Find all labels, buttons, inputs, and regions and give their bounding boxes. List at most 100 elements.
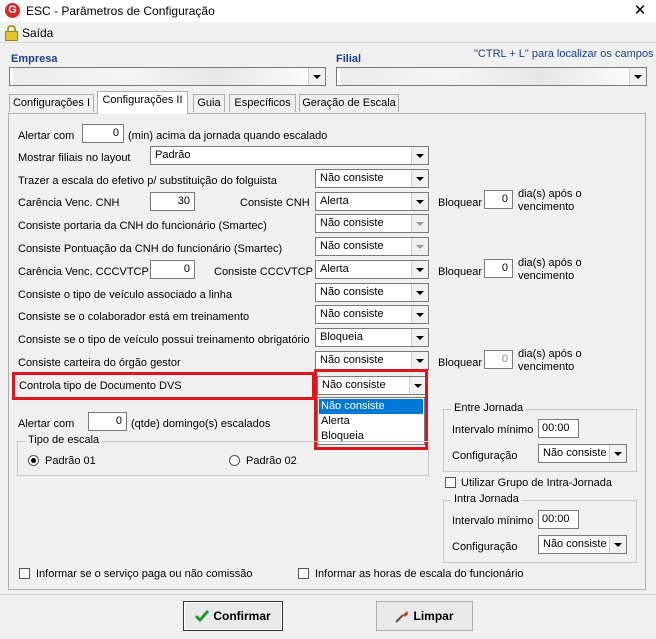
padrao-01-label: Padrão 01 bbox=[45, 455, 96, 467]
intra-jornada-legend: Intra Jornada bbox=[451, 493, 522, 505]
chevron-down-icon[interactable] bbox=[411, 284, 428, 301]
trazer-escala-select[interactable]: Não consiste bbox=[315, 169, 429, 188]
alertar-domingos-label: Alertar com bbox=[18, 418, 75, 430]
tab-geracao-escala[interactable]: Geração de Escala bbox=[299, 94, 399, 112]
alertar-com-label: Alertar com bbox=[18, 130, 75, 142]
bloquear-label-3: Bloquear bbox=[438, 357, 483, 369]
carencia-cccvtcp-label: Carência Venc. CCCVTCP bbox=[18, 266, 149, 278]
highlight-box-dvs-dropdown bbox=[314, 369, 428, 450]
chevron-down-icon[interactable] bbox=[411, 170, 428, 187]
trazer-escala-value: Não consiste bbox=[320, 172, 384, 184]
intra-config-select[interactable]: Não consiste bbox=[538, 535, 627, 554]
veiculo-treinamento-value: Bloqueia bbox=[320, 331, 363, 343]
chevron-down-icon[interactable] bbox=[609, 445, 626, 462]
informar-servico-checkbox[interactable] bbox=[19, 568, 30, 579]
colaborador-treinamento-label: Consiste se o colaborador está em treina… bbox=[18, 311, 250, 323]
tab-guia[interactable]: Guia bbox=[193, 94, 225, 112]
chevron-down-icon[interactable] bbox=[411, 352, 428, 369]
chevron-down-icon[interactable] bbox=[411, 329, 428, 346]
utilizar-grupo-checkbox[interactable] bbox=[445, 477, 456, 488]
veiculo-treinamento-select[interactable]: Bloqueia bbox=[315, 328, 429, 347]
chevron-down-icon[interactable] bbox=[411, 306, 428, 323]
entre-config-label: Configuração bbox=[452, 450, 518, 462]
mostrar-filiais-label: Mostrar filiais no layout bbox=[18, 152, 131, 164]
alertar-domingos-suffix: (qtde) domingo(s) escalados bbox=[131, 418, 271, 430]
bloquear-label-2: Bloquear bbox=[438, 266, 483, 278]
bloquear-input-3[interactable]: 0 bbox=[484, 350, 513, 369]
tipo-veiculo-select[interactable]: Não consiste bbox=[315, 283, 429, 302]
carteira-orgao-select[interactable]: Não consiste bbox=[315, 351, 429, 370]
dias-apos-label-2: dia(s) após o bbox=[518, 257, 582, 269]
radio-padrao-02[interactable] bbox=[229, 455, 240, 466]
limpar-label: Limpar bbox=[413, 609, 454, 623]
chevron-down-icon[interactable] bbox=[609, 536, 626, 553]
informar-horas-label: Informar as horas de escala do funcionár… bbox=[315, 568, 524, 580]
chevron-down-icon[interactable] bbox=[411, 193, 428, 210]
empresa-label: Empresa bbox=[11, 53, 58, 65]
entre-jornada-legend: Entre Jornada bbox=[451, 402, 527, 414]
carencia-cnh-input[interactable]: 30 bbox=[150, 192, 195, 211]
informar-horas-checkbox[interactable] bbox=[298, 568, 309, 579]
confirmar-label: Confirmar bbox=[213, 609, 271, 623]
tipo-veiculo-label: Consiste o tipo de veículo associado a l… bbox=[18, 289, 233, 301]
carteira-orgao-value: Não consiste bbox=[320, 354, 384, 366]
chevron-down-icon[interactable] bbox=[411, 215, 428, 232]
close-icon[interactable]: ✕ bbox=[628, 1, 652, 21]
consiste-cccvtcp-select[interactable]: Alerta bbox=[315, 260, 429, 279]
mostrar-filiais-select[interactable]: Padrão bbox=[150, 146, 429, 165]
tab-configuracoes-1[interactable]: Configurações I bbox=[9, 94, 94, 112]
consiste-cnh-label: Consiste CNH bbox=[240, 197, 310, 209]
filial-select[interactable] bbox=[336, 67, 647, 86]
chevron-down-icon[interactable] bbox=[308, 68, 325, 85]
alertar-com-input[interactable]: 0 bbox=[82, 124, 124, 143]
tab-configuracoes-2[interactable]: Configurações II bbox=[97, 91, 188, 114]
utilizar-grupo-label: Utilizar Grupo de Intra-Jornada bbox=[461, 477, 613, 489]
carteira-orgao-label: Consiste carteira do órgão gestor bbox=[18, 357, 181, 369]
limpar-button[interactable]: Limpar bbox=[376, 601, 473, 631]
trazer-escala-label: Trazer a escala do efetivo p/ substituiç… bbox=[18, 175, 277, 187]
portaria-cnh-select[interactable]: Não consiste bbox=[315, 214, 429, 233]
consiste-cccvtcp-label: Consiste CCCVTCP bbox=[214, 266, 314, 278]
intra-intervalo-input[interactable]: 00:00 bbox=[538, 510, 579, 529]
pontuacao-cnh-select[interactable]: Não consiste bbox=[315, 237, 429, 256]
entre-intervalo-input[interactable]: 00:00 bbox=[538, 419, 579, 438]
chevron-down-icon[interactable] bbox=[411, 261, 428, 278]
padrao-02-label: Padrão 02 bbox=[246, 455, 297, 467]
bloquear-input-2[interactable]: 0 bbox=[484, 259, 513, 278]
window-title: ESC - Parâmetros de Configuração bbox=[26, 4, 215, 18]
confirmar-button[interactable]: Confirmar bbox=[183, 601, 283, 631]
bloquear-input-1[interactable]: 0 bbox=[484, 190, 513, 209]
informar-servico-label: Informar se o serviço paga ou não comiss… bbox=[36, 568, 253, 580]
app-logo-icon: G bbox=[5, 3, 20, 18]
portaria-cnh-value: Não consiste bbox=[320, 217, 384, 229]
portaria-cnh-label: Consiste portaria da CNH do funcionário … bbox=[18, 220, 267, 232]
colaborador-treinamento-select[interactable]: Não consiste bbox=[315, 305, 429, 324]
mostrar-filiais-value: Padrão bbox=[155, 149, 191, 161]
entre-config-select[interactable]: Não consiste bbox=[538, 444, 627, 463]
tab-especificos[interactable]: Específicos bbox=[229, 94, 296, 112]
entre-config-value: Não consiste bbox=[543, 447, 607, 459]
filial-label: Filial bbox=[336, 53, 362, 65]
chevron-down-icon[interactable] bbox=[629, 68, 646, 85]
pontuacao-cnh-label: Consiste Pontuação da CNH do funcionário… bbox=[18, 243, 283, 255]
veiculo-treinamento-label: Consiste se o tipo de veículo possui tre… bbox=[18, 334, 310, 346]
carencia-cccvtcp-input[interactable]: 0 bbox=[150, 260, 195, 279]
empresa-select[interactable] bbox=[9, 67, 326, 86]
colaborador-treinamento-value: Não consiste bbox=[320, 308, 384, 320]
chevron-down-icon[interactable] bbox=[411, 238, 428, 255]
check-icon bbox=[195, 610, 210, 623]
lock-icon bbox=[4, 25, 18, 41]
menu-item-saida[interactable]: Saída bbox=[22, 26, 53, 40]
consiste-cnh-select[interactable]: Alerta bbox=[315, 192, 429, 211]
consiste-cccvtcp-value: Alerta bbox=[320, 263, 349, 275]
entre-intervalo-label: Intervalo mínimo bbox=[452, 424, 534, 436]
radio-padrao-01[interactable] bbox=[28, 455, 39, 466]
alertar-domingos-input[interactable]: 0 bbox=[88, 412, 127, 431]
dias-apos-label-3: dia(s) após o bbox=[518, 348, 582, 360]
vencimento-label-1: vencimento bbox=[518, 201, 575, 213]
tipo-escala-legend: Tipo de escala bbox=[25, 434, 103, 446]
vencimento-label-3: vencimento bbox=[518, 361, 575, 373]
intra-intervalo-label: Intervalo mínimo bbox=[452, 515, 534, 527]
search-hint: "CTRL + L" para localizar os campos bbox=[474, 48, 654, 60]
chevron-down-icon[interactable] bbox=[411, 147, 428, 164]
